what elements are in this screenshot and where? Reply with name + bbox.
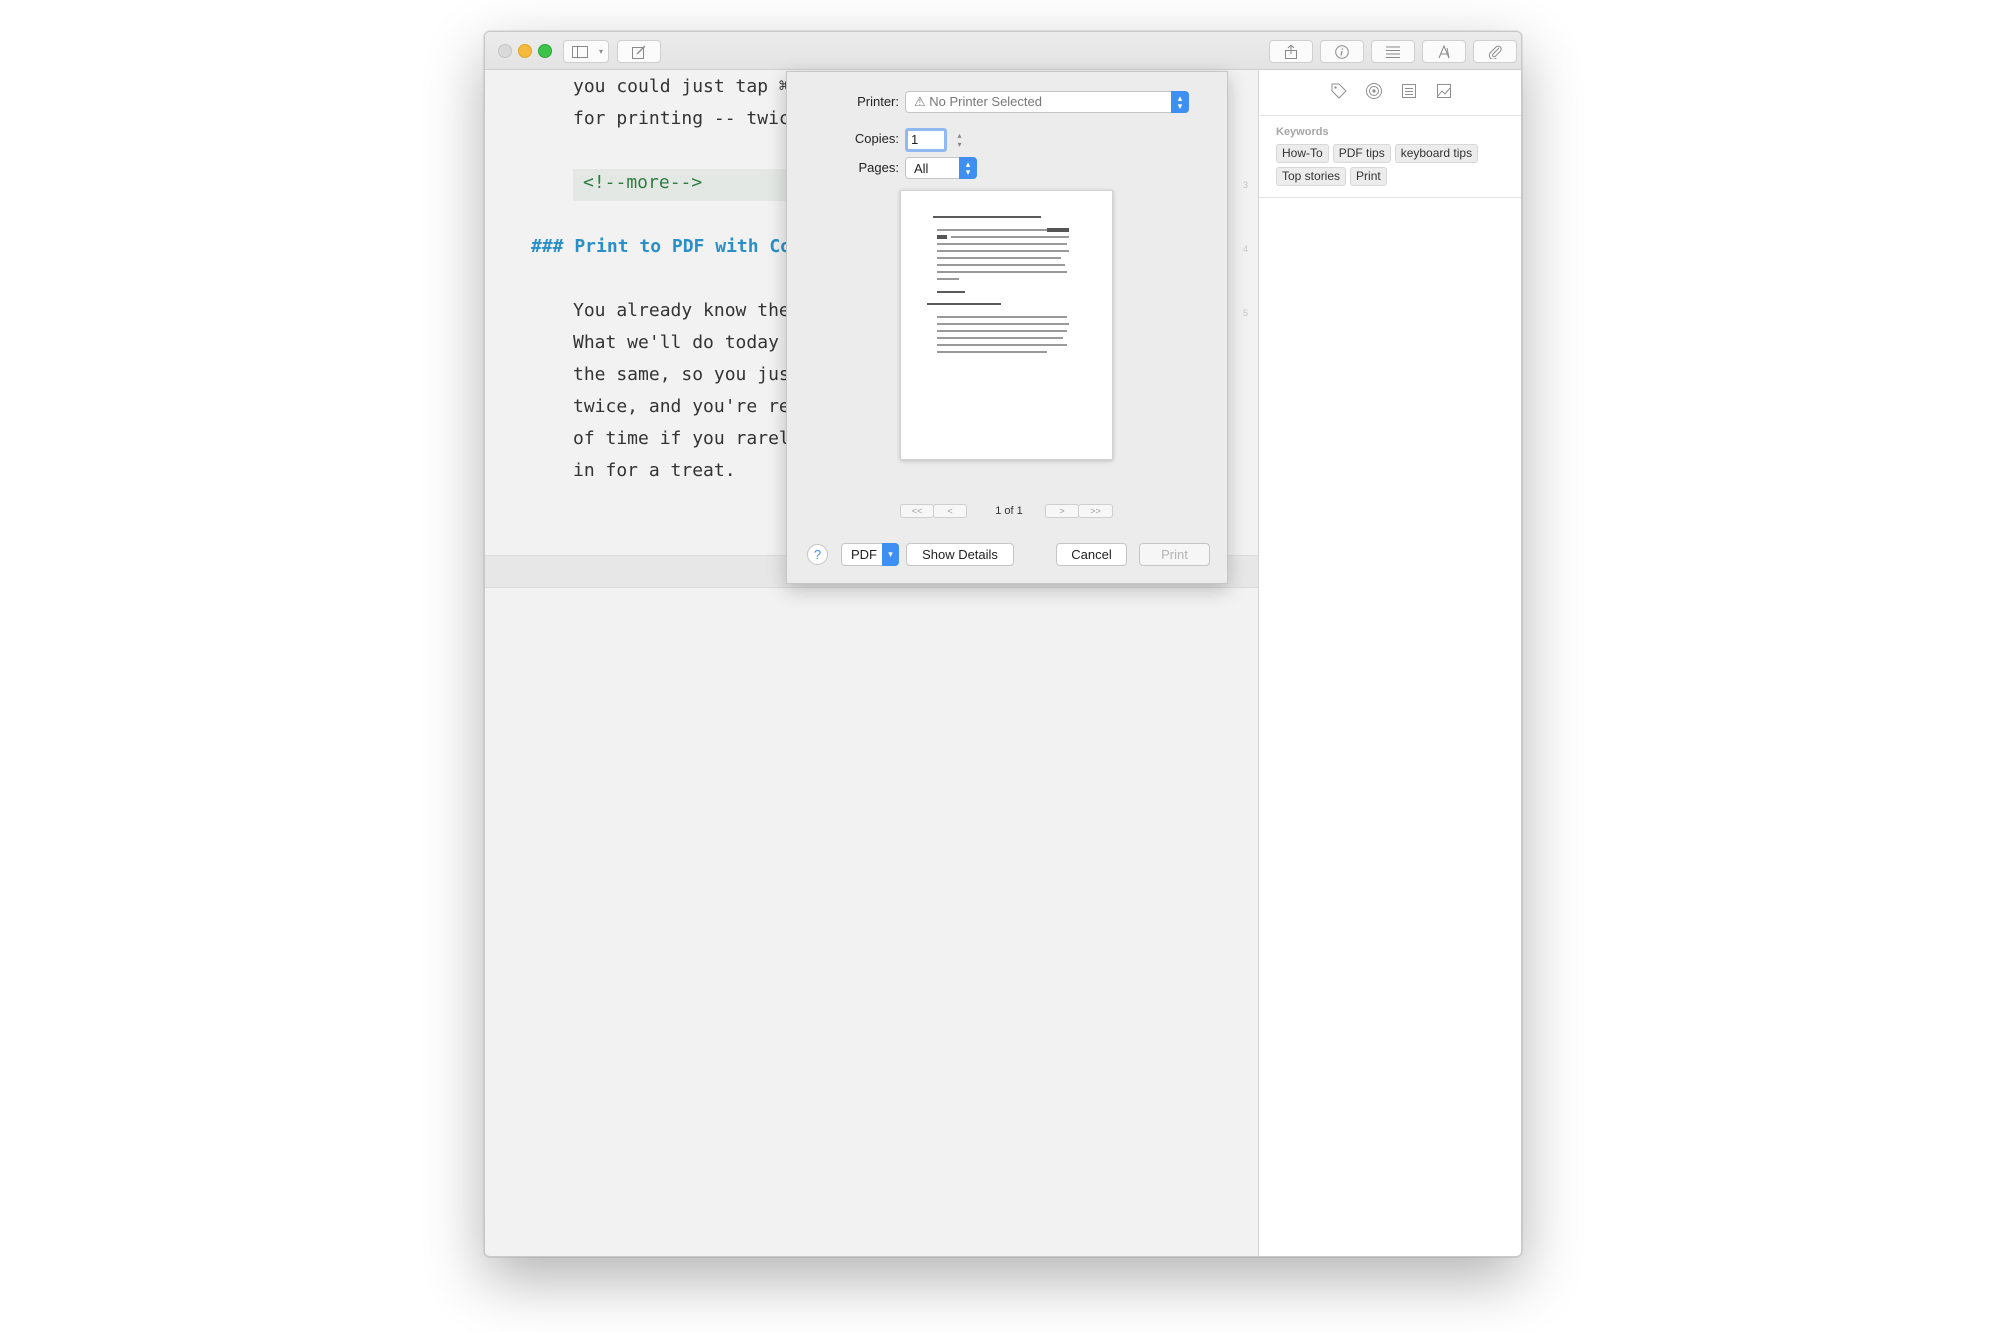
editor-line: You already know the (573, 300, 790, 321)
font-button[interactable] (1422, 40, 1466, 63)
document-icon[interactable] (1400, 82, 1418, 100)
list-button[interactable] (1371, 40, 1415, 63)
attachment-button[interactable] (1473, 40, 1517, 63)
compose-icon (632, 45, 646, 59)
more-tag: <!--more--> (583, 172, 703, 193)
help-button[interactable]: ? (807, 544, 828, 565)
preview-text-line (937, 351, 1047, 353)
tag-icon[interactable] (1330, 82, 1348, 100)
keyword-tags: How-To PDF tips keyboard tips Top storie… (1276, 144, 1511, 186)
preview-text-line (937, 243, 1067, 245)
sidebar-toggle-button[interactable]: ▾ (563, 40, 609, 63)
cancel-button[interactable]: Cancel (1056, 543, 1127, 566)
pages-select[interactable]: All ▴ ▾ (905, 157, 977, 179)
inspector-sidebar: Keywords How-To PDF tips keyboard tips T… (1258, 70, 1521, 1256)
keyword-tag[interactable]: Print (1350, 167, 1387, 186)
first-page-button[interactable]: << (900, 504, 934, 518)
pages-label: Pages: (858, 160, 899, 175)
printer-label: Printer: (857, 94, 899, 109)
preview-text-line (927, 303, 1001, 305)
editor-line: twice, and you're rea (573, 396, 801, 417)
line-number: 5 (1243, 308, 1249, 318)
line-number: 4 (1243, 244, 1249, 254)
print-preview-page (900, 190, 1113, 460)
editor-line: for printing -- twice (573, 108, 801, 129)
info-icon (1335, 44, 1349, 59)
compose-button[interactable] (617, 40, 661, 63)
next-page-button[interactable]: > (1045, 504, 1079, 518)
preview-text-line (933, 216, 1041, 218)
share-button[interactable] (1269, 40, 1313, 63)
keyword-tag[interactable]: keyboard tips (1394, 144, 1479, 163)
page-indicator: 1 of 1 (995, 505, 1023, 517)
chevron-updown-icon: ▴ ▾ (959, 157, 977, 179)
sidebar-toggle-icon (572, 45, 588, 58)
copies-stepper[interactable]: ▴ ▾ (954, 129, 965, 151)
print-button[interactable]: Print (1139, 543, 1210, 566)
image-icon[interactable] (1435, 82, 1453, 100)
chevron-updown-icon: ▴ ▾ (1171, 91, 1189, 113)
inspector-tabs (1259, 70, 1521, 116)
keyword-tag[interactable]: PDF tips (1332, 144, 1391, 163)
preview-text-line (937, 264, 1065, 266)
preview-text-line (937, 344, 1067, 346)
close-window-button[interactable] (498, 44, 512, 58)
printer-value: ⚠ No Printer Selected (914, 94, 1042, 109)
target-icon[interactable] (1365, 82, 1383, 100)
editor-line: you could just tap ⌘ (573, 76, 790, 97)
info-button[interactable] (1320, 40, 1364, 63)
preview-text-line (937, 278, 959, 280)
pdf-menu-button[interactable]: PDF ▾ (841, 543, 899, 566)
editor-line: in for a treat. (573, 460, 736, 481)
preview-highlight (937, 235, 947, 239)
preview-text-line (937, 229, 1049, 231)
preview-text-line (937, 323, 1069, 325)
show-details-button[interactable]: Show Details (906, 543, 1014, 566)
editor-line: of time if you rarely (573, 428, 801, 449)
share-icon (1285, 44, 1297, 59)
preview-text-line (937, 316, 1067, 318)
printer-select[interactable]: ⚠ No Printer Selected ▴ ▾ (905, 91, 1189, 113)
titlebar: ▾ (485, 32, 1521, 70)
previous-page-button[interactable]: < (933, 504, 967, 518)
copies-label: Copies: (854, 131, 899, 146)
pages-value: All (914, 160, 929, 176)
minimize-window-button[interactable] (518, 44, 532, 58)
keyword-tag[interactable]: How-To (1276, 144, 1329, 163)
font-icon (1438, 44, 1450, 58)
chevron-down-icon: ▾ (882, 543, 899, 566)
markdown-heading: ### Print to PDF with Cor (531, 236, 802, 257)
list-icon (1386, 46, 1400, 58)
keyword-tag[interactable]: Top stories (1276, 167, 1347, 186)
preview-highlight (1047, 228, 1069, 232)
zoom-window-button[interactable] (538, 44, 552, 58)
preview-text-line (937, 337, 1063, 339)
preview-text-line (951, 236, 1069, 238)
pdf-label: PDF (851, 547, 877, 562)
print-dialog: Printer: ⚠ No Printer Selected ▴ ▾ Copies… (786, 71, 1228, 584)
preview-text-line (937, 250, 1069, 252)
last-page-button[interactable]: >> (1078, 504, 1113, 518)
editor-line: the same, so you just (573, 364, 801, 385)
line-number: 3 (1243, 180, 1249, 190)
chevron-down-icon: ▾ (598, 47, 603, 56)
preview-text-line (937, 330, 1067, 332)
preview-text-line (937, 257, 1061, 259)
sidebar-divider (1259, 197, 1521, 198)
preview-text-line (937, 291, 965, 293)
copies-input[interactable]: 1 (905, 128, 947, 152)
keywords-label: Keywords (1276, 126, 1329, 138)
attachment-icon (1488, 45, 1502, 59)
editor-line: What we'll do today i (573, 332, 801, 353)
preview-text-line (937, 271, 1067, 273)
